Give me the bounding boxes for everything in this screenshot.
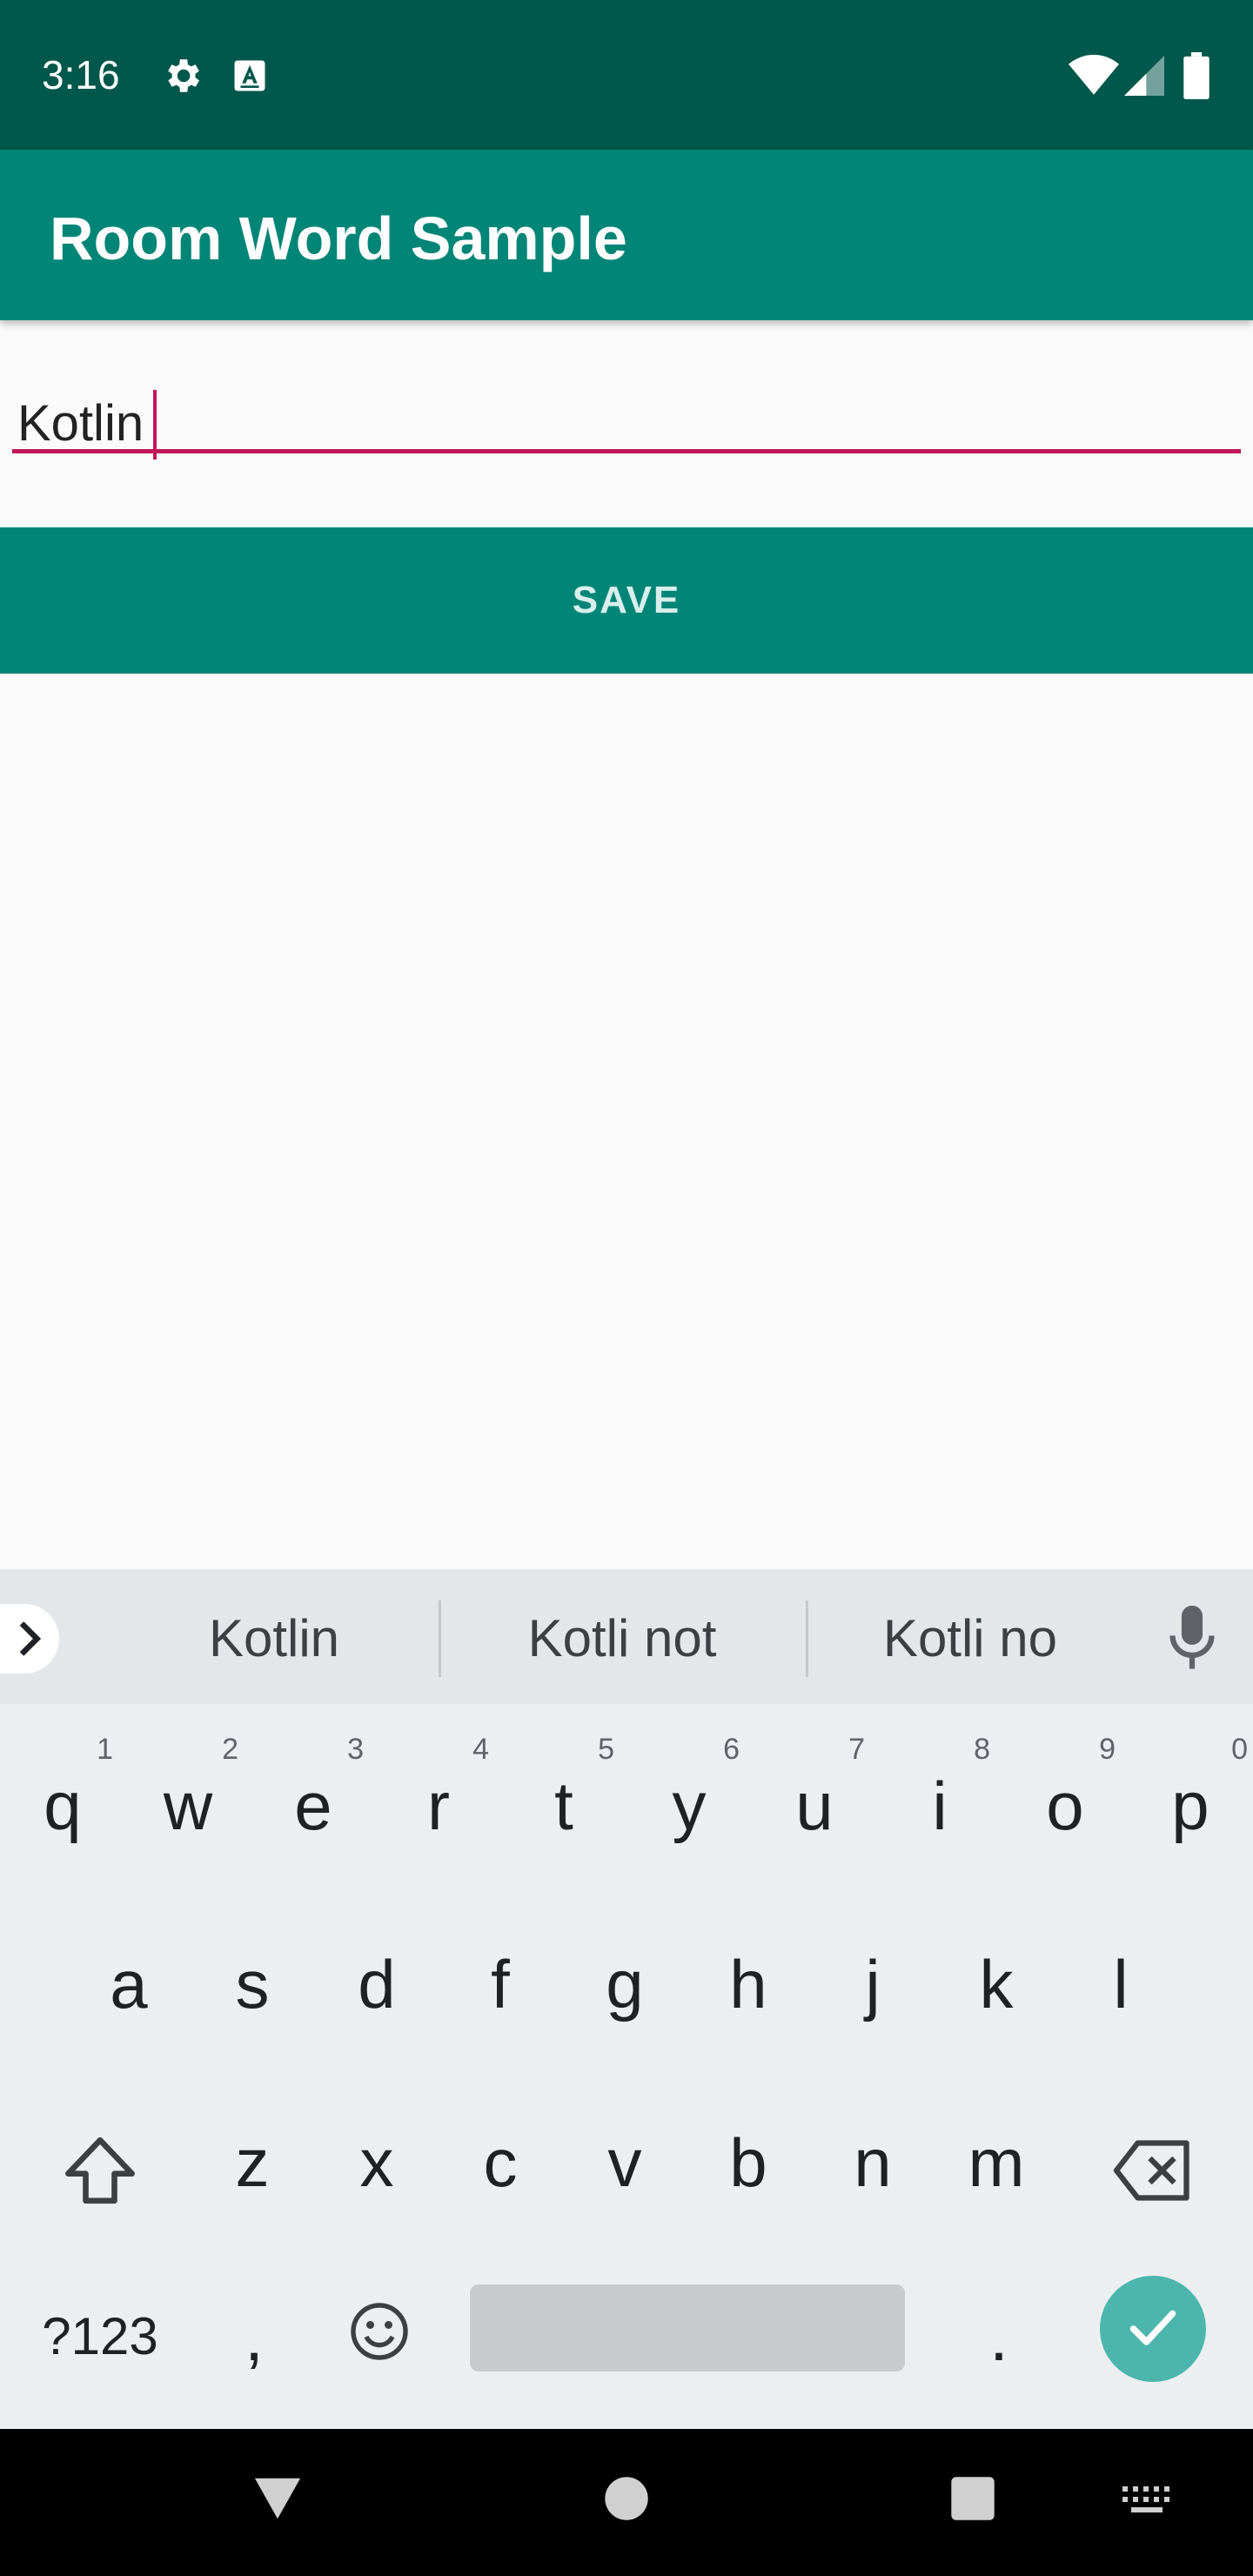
signal-icon — [1124, 56, 1164, 96]
key-g[interactable]: g — [562, 1895, 687, 2070]
save-button[interactable]: SAVE — [0, 527, 1253, 674]
key-e[interactable]: e3 — [251, 1717, 376, 1891]
backspace-icon — [1113, 2140, 1189, 2201]
key-p[interactable]: p0 — [1128, 1717, 1253, 1891]
a-keyboard-icon — [234, 60, 265, 91]
shift-key[interactable] — [35, 2074, 165, 2248]
keyboard-switch-icon[interactable] — [1121, 2485, 1173, 2516]
enter-check-icon — [1129, 2310, 1176, 2345]
key-f[interactable]: f — [438, 1895, 563, 2070]
space-key[interactable] — [470, 2284, 905, 2371]
key-d[interactable]: d — [314, 1895, 439, 2070]
key-r[interactable]: r4 — [376, 1717, 501, 1891]
home-icon[interactable] — [604, 2476, 649, 2521]
key-o[interactable]: o9 — [1002, 1717, 1128, 1891]
key-w[interactable]: w2 — [125, 1717, 251, 1891]
status-bar: 3:16 — [0, 0, 1253, 150]
back-icon[interactable] — [252, 2474, 303, 2523]
enter-key[interactable] — [1100, 2276, 1206, 2382]
key-u[interactable]: u7 — [752, 1717, 877, 1891]
key-z[interactable]: z — [190, 2074, 315, 2248]
suggestion-divider — [806, 1600, 808, 1677]
shift-icon — [65, 2137, 135, 2204]
suggestion-3[interactable]: Kotli no — [835, 1604, 1105, 1674]
key-t[interactable]: t5 — [501, 1717, 626, 1891]
soft-keyboard: Kotlin Kotli not Kotli no q1 w2 e3 r4 t5… — [0, 1569, 1253, 2429]
word-input-value[interactable]: Kotlin — [17, 393, 144, 454]
key-y[interactable]: y6 — [626, 1717, 752, 1891]
system-nav-bar — [0, 2429, 1253, 2576]
word-input[interactable]: Kotlin — [12, 374, 1241, 461]
period-key[interactable]: . — [936, 2248, 1062, 2422]
emoji-key[interactable] — [317, 2248, 442, 2422]
key-n[interactable]: n — [810, 2074, 935, 2248]
emoji-icon — [351, 2303, 408, 2360]
backspace-key[interactable] — [1088, 2074, 1218, 2248]
wifi-icon — [1069, 54, 1119, 95]
key-i[interactable]: i8 — [877, 1717, 1002, 1891]
app-bar: Room Word Sample — [0, 150, 1253, 320]
key-b[interactable]: b — [686, 2074, 811, 2248]
key-v[interactable]: v — [562, 2074, 687, 2248]
key-s[interactable]: s — [190, 1895, 315, 2070]
mic-icon[interactable] — [1166, 1606, 1218, 1672]
key-q[interactable]: q1 — [0, 1717, 125, 1891]
key-k[interactable]: k — [934, 1895, 1059, 2070]
key-l[interactable]: l — [1058, 1895, 1183, 2070]
suggestion-divider — [439, 1600, 441, 1677]
key-c[interactable]: c — [438, 2074, 563, 2248]
key-x[interactable]: x — [314, 2074, 439, 2248]
key-h[interactable]: h — [686, 1895, 811, 2070]
recents-icon[interactable] — [950, 2476, 995, 2521]
battery-icon — [1183, 52, 1209, 99]
key-m[interactable]: m — [934, 2074, 1059, 2248]
symbols-key[interactable]: ?123 — [17, 2248, 183, 2422]
suggestion-strip: Kotlin Kotli not Kotli no — [0, 1569, 1253, 1704]
expand-toolbar-button[interactable] — [0, 1604, 59, 1674]
input-underline — [12, 449, 1241, 453]
suggestion-2[interactable]: Kotli not — [487, 1604, 757, 1674]
key-j[interactable]: j — [810, 1895, 935, 2070]
app-title: Room Word Sample — [50, 205, 627, 272]
comma-key[interactable]: , — [191, 2248, 317, 2422]
gear-icon — [168, 59, 199, 92]
expand-chevron-icon — [19, 1621, 42, 1656]
status-time: 3:16 — [42, 52, 120, 97]
suggestion-1[interactable]: Kotlin — [139, 1604, 409, 1674]
key-a[interactable]: a — [66, 1895, 191, 2070]
